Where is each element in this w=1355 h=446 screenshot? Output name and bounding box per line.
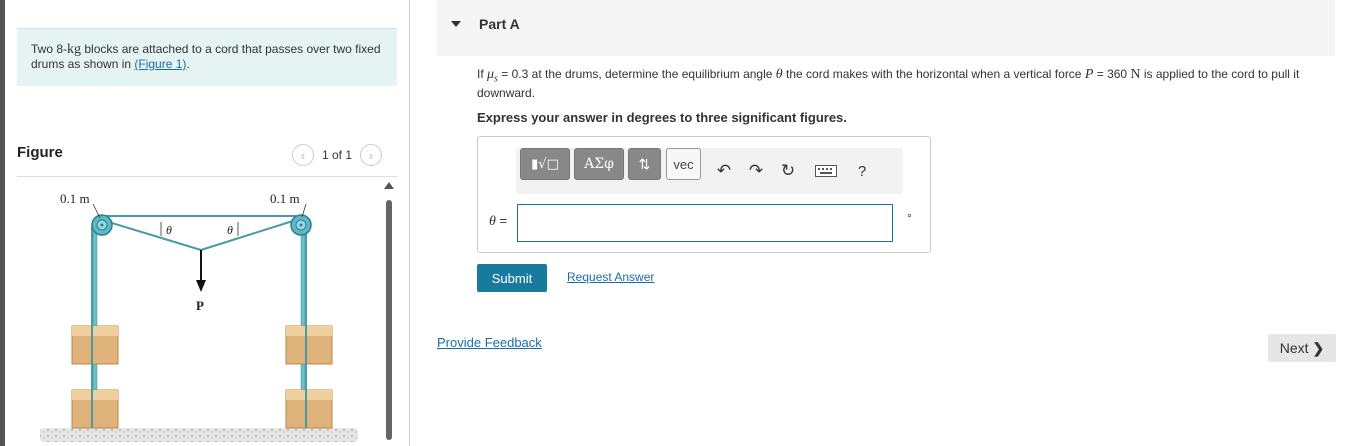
right-radius-label: 0.1 m: [270, 191, 300, 206]
request-answer-link[interactable]: Request Answer: [567, 270, 654, 284]
variable-label: θ =: [489, 213, 508, 229]
right-angled-cord: [200, 219, 297, 251]
unit-label: °: [907, 211, 912, 225]
chevron-left-icon: ‹: [300, 147, 306, 163]
next-figure-button[interactable]: ›: [360, 144, 383, 166]
help-button[interactable]: ?: [850, 155, 874, 187]
provide-feedback-link[interactable]: Provide Feedback: [437, 335, 542, 350]
radical-template-icon: ▮√□: [531, 156, 559, 172]
left-angled-cord: [101, 219, 202, 251]
caret-down-icon[interactable]: [451, 21, 461, 27]
answer-box: ▮√□ ΑΣφ ⇅ vec ↶ ↷ ↻ ? θ = °: [477, 136, 931, 253]
right-upper-block: [285, 325, 333, 365]
right-lower-block: [285, 389, 333, 429]
figure-link[interactable]: (Figure 1): [134, 57, 186, 71]
part-a-header[interactable]: Part A: [437, 0, 1335, 56]
next-button[interactable]: Next ❯: [1268, 334, 1336, 362]
templates-button[interactable]: ▮√□: [520, 148, 570, 180]
left-radius-label: 0.1 m: [60, 191, 90, 206]
figure-divider: [17, 176, 397, 177]
window-edge: [0, 0, 5, 446]
greek-symbols-button[interactable]: ΑΣφ: [574, 148, 624, 180]
ground: [40, 428, 358, 442]
keyboard-icon[interactable]: [812, 155, 840, 187]
angle-left-label: θ: [166, 223, 172, 237]
part-title: Part A: [479, 16, 520, 32]
answer-input[interactable]: [517, 204, 893, 242]
figure-scrollbar[interactable]: [384, 182, 394, 442]
scroll-up-arrow-icon[interactable]: [384, 182, 394, 189]
scroll-thumb[interactable]: [386, 200, 392, 440]
left-lower-block: [71, 389, 119, 429]
next-label: Next: [1279, 340, 1309, 356]
figure-counter: 1 of 1: [322, 148, 353, 162]
math-toolbar: ▮√□ ΑΣφ ⇅ vec ↶ ↷ ↻ ?: [516, 148, 903, 194]
sort-button[interactable]: ⇅: [628, 148, 661, 180]
left-drum: [91, 214, 113, 236]
chevron-right-icon: ›: [368, 147, 374, 163]
undo-icon[interactable]: ↶: [712, 155, 736, 187]
previous-figure-button[interactable]: ‹: [292, 144, 314, 166]
angle-right-label: θ: [227, 223, 233, 237]
force-label: P: [196, 298, 204, 313]
redo-icon[interactable]: ↷: [744, 155, 768, 187]
question-text: If μs = 0.3 at the drums, determine the …: [477, 67, 1300, 101]
problem-statement: Two 8-kg blocks are attached to a cord t…: [17, 28, 397, 86]
submit-button[interactable]: Submit: [477, 264, 547, 292]
panel-divider: [409, 0, 410, 446]
right-drum: [290, 214, 312, 236]
up-down-arrows-icon: ⇅: [638, 155, 651, 172]
reset-icon[interactable]: ↻: [776, 155, 800, 187]
left-upper-block: [71, 325, 119, 365]
figure-navigation: ‹ 1 of 1 ›: [292, 144, 383, 166]
vector-button[interactable]: vec: [666, 148, 701, 180]
figure-title: Figure: [17, 144, 63, 161]
chevron-right-icon: ❯: [1312, 339, 1325, 356]
answer-instruction: Express your answer in degrees to three …: [477, 110, 847, 125]
figure-illustration: 0.1 m 0.1 m θ θ P: [40, 191, 358, 442]
